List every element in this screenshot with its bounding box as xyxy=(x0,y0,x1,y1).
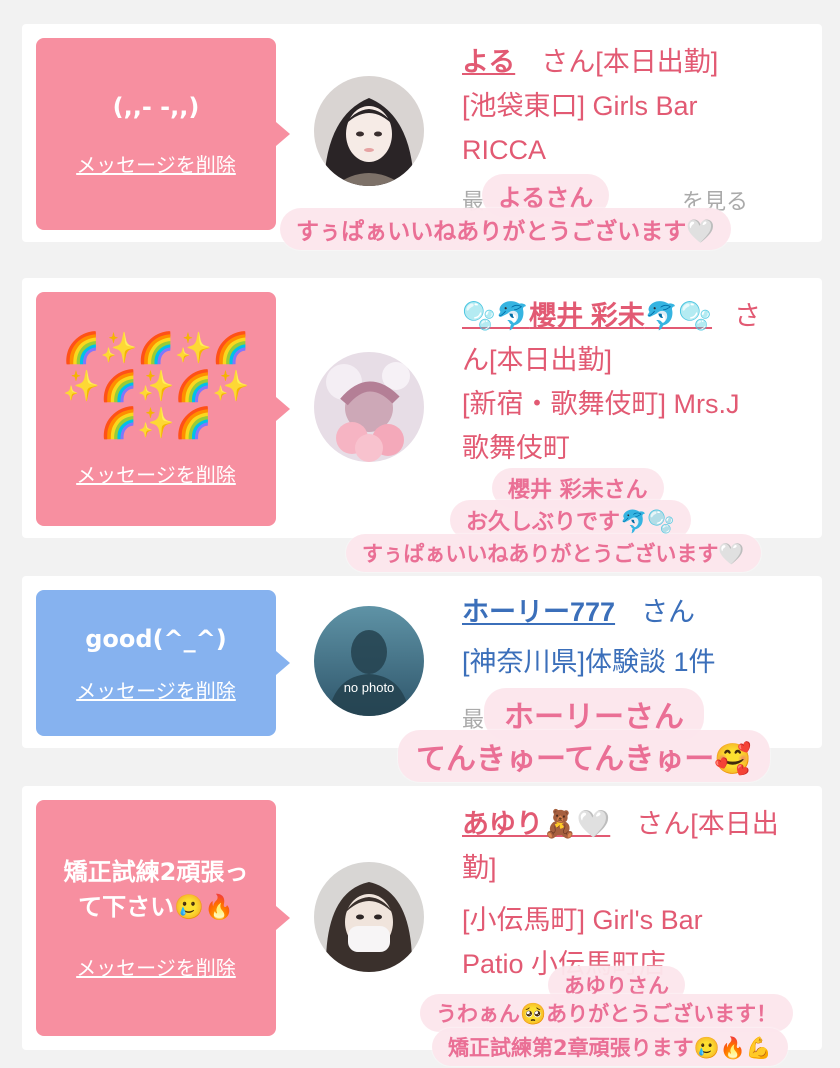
shop-line: [新宿・歌舞伎町] Mrs.J xyxy=(462,389,740,419)
delete-message-link[interactable]: メッセージを削除 xyxy=(76,952,236,981)
name-decoration: 🐬🫧 xyxy=(644,301,713,331)
avatar[interactable]: no photo xyxy=(314,606,424,716)
profile-info: あゆり🧸🤍 さん[本日出 勤] [小伝馬町] Girl's Bar Patio 小… xyxy=(462,802,810,986)
overlay-sticker: うわぁん🥺ありがとうございます！ xyxy=(420,994,794,1032)
delete-message-link[interactable]: メッセージを削除 xyxy=(76,149,236,178)
message-card-2: 🌈✨🌈✨🌈✨🌈✨🌈✨🌈✨🌈 メッセージを削除 🫧🐬櫻井 彩未🐬🫧 さ ん[本日出勤… xyxy=(22,278,822,538)
message-bubble: good(^_^) メッセージを削除 xyxy=(36,590,290,736)
delete-message-link[interactable]: メッセージを削除 xyxy=(76,459,236,488)
status-text: ん[本日出勤] xyxy=(462,345,613,375)
profile-name-link[interactable]: あゆり🧸🤍 xyxy=(462,809,610,839)
message-text: good(^_^) xyxy=(85,625,227,654)
message-text: (,,- -,,) xyxy=(112,93,200,122)
profile-info: 🫧🐬櫻井 彩未🐬🫧 さ ん[本日出勤] [新宿・歌舞伎町] Mrs.J 歌舞伎町 xyxy=(462,294,810,470)
name-decoration: 🫧🐬 xyxy=(462,301,530,331)
shop-line: RICCA xyxy=(462,135,547,165)
overlay-sticker: てんきゅーてんきゅー🥰 xyxy=(398,730,770,782)
avatar[interactable] xyxy=(314,862,424,972)
no-photo-label: no photo xyxy=(343,680,395,695)
delete-message-link[interactable]: メッセージを削除 xyxy=(76,675,236,704)
message-bubble: 🌈✨🌈✨🌈✨🌈✨🌈✨🌈✨🌈 メッセージを削除 xyxy=(36,292,290,526)
status-text: さん[本日出 xyxy=(636,809,779,839)
message-bubble: (,,- -,,) メッセージを削除 xyxy=(36,38,290,230)
overlay-sticker: すぅぱぁいいねありがとうございます🤍 xyxy=(280,208,731,250)
avatar[interactable] xyxy=(314,352,424,462)
overlay-sticker: すぅぱぁいいねありがとうございます🤍 xyxy=(346,534,761,572)
shop-line: 歌舞伎町 xyxy=(462,433,570,463)
message-bubble: 矯正試練2頑張って下さい🥲🔥 メッセージを削除 xyxy=(36,800,290,1036)
status-text: さん xyxy=(641,597,696,627)
profile-name-text: 櫻井 彩未 xyxy=(529,301,645,331)
overlay-sticker: 矯正試練第2章頑張ります🥲🔥💪 xyxy=(432,1028,789,1066)
status-text: さ xyxy=(734,301,762,331)
message-text: 矯正試練2頑張って下さい🥲🔥 xyxy=(63,857,249,921)
status-text: さん[本日出勤] xyxy=(541,47,719,77)
message-text: 🌈✨🌈✨🌈✨🌈✨🌈✨🌈✨🌈 xyxy=(62,331,250,442)
profile-name-link[interactable]: ホーリー777 xyxy=(462,597,615,627)
category-line: [神奈川県]体験談 1件 xyxy=(462,647,716,677)
avatar[interactable] xyxy=(314,76,424,186)
profile-name-link[interactable]: 🫧🐬櫻井 彩未🐬🫧 xyxy=(462,301,712,331)
profile-name-link[interactable]: よる xyxy=(462,47,515,77)
shop-line: [小伝馬町] Girl's Bar xyxy=(462,905,703,935)
status-text: 勤] xyxy=(462,853,497,883)
shop-line: [池袋東口] Girls Bar xyxy=(462,91,698,121)
